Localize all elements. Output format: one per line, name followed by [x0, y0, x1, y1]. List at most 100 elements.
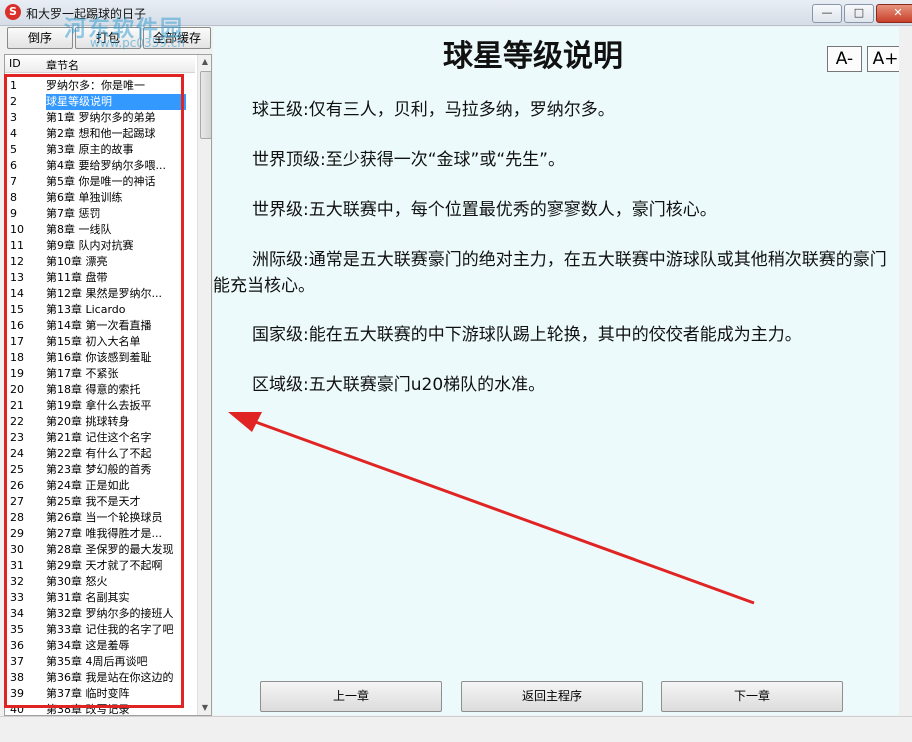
- scroll-up-icon[interactable]: ▲: [198, 55, 211, 69]
- scroll-thumb[interactable]: [200, 71, 211, 139]
- list-item[interactable]: 11 第9章 队内对抗赛: [5, 238, 195, 254]
- list-item[interactable]: 20 第18章 得意的索托: [5, 382, 195, 398]
- list-item-title: 第37章 临时变阵: [46, 687, 130, 700]
- list-item-title: 第4章 要给罗纳尔多喂...: [46, 159, 166, 172]
- paragraph: 国家级:能在五大联赛的中下游球队踢上轮换，其中的佼佼者能成为主力。: [213, 322, 889, 348]
- list-item-id: 20: [10, 383, 24, 396]
- list-item[interactable]: 35 第33章 记住我的名字了吧: [5, 622, 195, 638]
- list-item-id: 19: [10, 367, 24, 380]
- list-item-title: 第25章 我不是天才: [46, 495, 141, 508]
- list-item-title: 罗纳尔多：你是唯一: [46, 79, 145, 92]
- list-item-title: 第8章 一线队: [46, 223, 112, 236]
- list-item[interactable]: 21 第19章 拿什么去扳平: [5, 398, 195, 414]
- list-item-id: 10: [10, 223, 24, 236]
- list-item-title: 第30章 怒火: [46, 575, 108, 588]
- list-item[interactable]: 26 第24章 正是如此: [5, 478, 195, 494]
- list-item[interactable]: 23 第21章 记住这个名字: [5, 430, 195, 446]
- list-item[interactable]: 19 第17章 不紧张: [5, 366, 195, 382]
- close-button[interactable]: ✕: [876, 4, 912, 23]
- list-item[interactable]: 31 第29章 天才就了不起啊: [5, 558, 195, 574]
- list-item[interactable]: 4 第2章 想和他一起踢球: [5, 126, 195, 142]
- minimize-button[interactable]: —: [812, 4, 842, 23]
- list-item[interactable]: 15 第13章 Licardo: [5, 302, 195, 318]
- list-item-id: 40: [10, 703, 24, 716]
- list-item[interactable]: 39 第37章 临时变阵: [5, 686, 195, 702]
- paragraph-text: 世界级:五大联赛中，每个位置最优秀的寥寥数人，豪门核心。: [252, 200, 717, 220]
- list-item-id: 33: [10, 591, 24, 604]
- list-item[interactable]: 6 第4章 要给罗纳尔多喂...: [5, 158, 195, 174]
- paragraph: 世界级:五大联赛中，每个位置最优秀的寥寥数人，豪门核心。: [213, 197, 889, 223]
- status-bar: [0, 716, 912, 742]
- back-to-main-button[interactable]: 返回主程序: [461, 681, 643, 712]
- list-item[interactable]: 16 第14章 第一次看直播: [5, 318, 195, 334]
- list-item-id: 13: [10, 271, 24, 284]
- list-item[interactable]: 12 第10章 漂亮: [5, 254, 195, 270]
- paragraph-text: 世界顶级:至少获得一次“金球”或“先生”。: [252, 150, 565, 170]
- watermark-url: www.pc0359.cn: [90, 36, 185, 50]
- list-item-title: 第26章 当一个轮换球员: [46, 511, 163, 524]
- list-item[interactable]: 34 第32章 罗纳尔多的接班人: [5, 606, 195, 622]
- list-item-title: 第10章 漂亮: [46, 255, 108, 268]
- font-decrease-button[interactable]: A-: [827, 46, 862, 72]
- column-header-name[interactable]: 章节名: [46, 57, 79, 73]
- list-item-id: 35: [10, 623, 24, 636]
- list-item-title: 第19章 拿什么去扳平: [46, 399, 152, 412]
- list-item[interactable]: 28 第26章 当一个轮换球员: [5, 510, 195, 526]
- next-chapter-button[interactable]: 下一章: [661, 681, 843, 712]
- list-item-title: 第21章 记住这个名字: [46, 431, 152, 444]
- list-item[interactable]: 27 第25章 我不是天才: [5, 494, 195, 510]
- column-header-id[interactable]: ID: [9, 57, 21, 70]
- list-item[interactable]: 33 第31章 名副其实: [5, 590, 195, 606]
- list-item[interactable]: 13 第11章 盘带: [5, 270, 195, 286]
- list-item-id: 23: [10, 431, 24, 444]
- content-scrollbar[interactable]: [899, 27, 911, 715]
- list-item[interactable]: 30 第28章 圣保罗的最大发现: [5, 542, 195, 558]
- list-item-title: 第13章 Licardo: [46, 303, 126, 316]
- chapter-list[interactable]: ID 章节名 1 罗纳尔多：你是唯一 2 球星等级说明 3 第1章 罗纳尔多的弟弟 4 第2章…: [4, 54, 212, 716]
- list-item-id: 32: [10, 575, 24, 588]
- list-item[interactable]: 14 第12章 果然是罗纳尔...: [5, 286, 195, 302]
- list-item-title: 第24章 正是如此: [46, 479, 130, 492]
- list-item-title: 第14章 第一次看直播: [46, 319, 152, 332]
- list-item[interactable]: 25 第23章 梦幻般的首秀: [5, 462, 195, 478]
- list-item[interactable]: 40 第38章 改写记录: [5, 702, 195, 716]
- list-item-id: 16: [10, 319, 24, 332]
- list-item[interactable]: 24 第22章 有什么了不起: [5, 446, 195, 462]
- list-item-title: 第34章 这是羞辱: [46, 639, 130, 652]
- list-item-title: 第23章 梦幻般的首秀: [46, 463, 152, 476]
- maximize-button[interactable]: □: [844, 4, 874, 23]
- list-item[interactable]: 29 第27章 唯我得胜才是...: [5, 526, 195, 542]
- list-item[interactable]: 7 第5章 你是唯一的神话: [5, 174, 195, 190]
- list-item[interactable]: 32 第30章 怒火: [5, 574, 195, 590]
- list-item[interactable]: 10 第8章 一线队: [5, 222, 195, 238]
- list-item-id: 18: [10, 351, 24, 364]
- list-item[interactable]: 38 第36章 我是站在你这边的: [5, 670, 195, 686]
- scroll-down-icon[interactable]: ▼: [198, 701, 211, 715]
- list-item-title: 第35章 4周后再谈吧: [46, 655, 148, 668]
- list-item[interactable]: 17 第15章 初入大名单: [5, 334, 195, 350]
- list-item[interactable]: 37 第35章 4周后再谈吧: [5, 654, 195, 670]
- list-item[interactable]: 18 第16章 你该感到羞耻: [5, 350, 195, 366]
- list-scrollbar[interactable]: ▲ ▼: [197, 55, 211, 715]
- list-item[interactable]: 1 罗纳尔多：你是唯一: [5, 78, 195, 94]
- paragraph: 洲际级:通常是五大联赛豪门的绝对主力，在五大联赛中游球队或其他稍次联赛的豪门能充…: [213, 247, 889, 299]
- list-item-title: 第29章 天才就了不起啊: [46, 559, 163, 572]
- list-item[interactable]: 9 第7章 惩罚: [5, 206, 195, 222]
- list-item[interactable]: 36 第34章 这是羞辱: [5, 638, 195, 654]
- list-item-id: 22: [10, 415, 24, 428]
- list-item[interactable]: 8 第6章 单独训练: [5, 190, 195, 206]
- list-item-title: 第36章 我是站在你这边的: [46, 671, 174, 684]
- list-item-id: 39: [10, 687, 24, 700]
- list-item-title: 第22章 有什么了不起: [46, 447, 152, 460]
- list-item[interactable]: 5 第3章 原主的故事: [5, 142, 195, 158]
- list-item-title: 球星等级说明: [46, 94, 186, 110]
- list-item-id: 21: [10, 399, 24, 412]
- list-item-id: 11: [10, 239, 24, 252]
- paragraph: 区域级:五大联赛豪门u20梯队的水准。: [213, 372, 889, 398]
- prev-chapter-button[interactable]: 上一章: [260, 681, 442, 712]
- list-item[interactable]: 2 球星等级说明: [5, 94, 195, 110]
- list-item[interactable]: 22 第20章 挑球转身: [5, 414, 195, 430]
- paragraph-text: 球王级:仅有三人，贝利，马拉多纳，罗纳尔多。: [252, 100, 615, 120]
- list-item[interactable]: 3 第1章 罗纳尔多的弟弟: [5, 110, 195, 126]
- list-header: ID 章节名: [5, 55, 195, 73]
